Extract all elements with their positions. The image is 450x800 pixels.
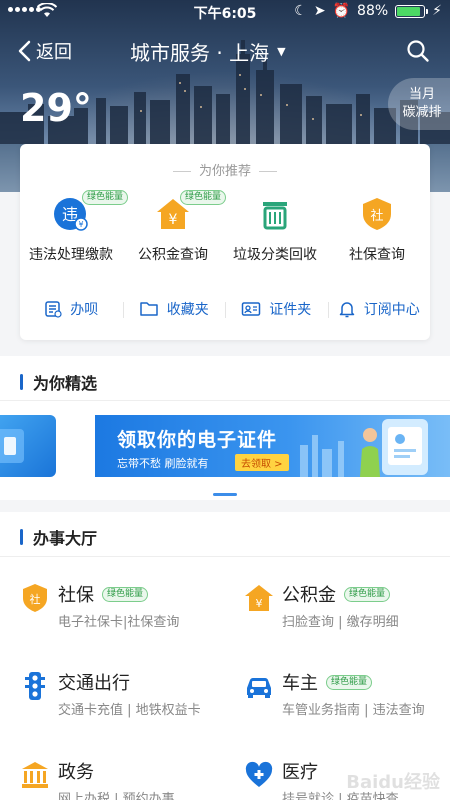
medical-icon [245, 761, 273, 787]
charging-icon: ⚡ [432, 3, 442, 19]
claim-button[interactable]: 去领取 > [235, 454, 289, 471]
id-card-icon [242, 302, 261, 316]
car-icon [247, 678, 271, 698]
tool-label: 收藏夹 [166, 302, 209, 318]
svg-text:¥: ¥ [256, 597, 263, 610]
green-energy-tag: 绿色能量 [102, 586, 149, 602]
social-security-icon: 社 [23, 584, 47, 612]
service-label: 违法处理缴款 [29, 247, 113, 263]
back-label: 返回 [36, 42, 72, 63]
hall-title-text: 办事大厅 [33, 529, 98, 548]
moon-icon: ☾ [294, 3, 307, 19]
green-energy-tag: 绿色能量 [344, 586, 391, 602]
hall-item-desc: 交通卡充值 | 地铁权益卡 [58, 703, 201, 718]
city-selector[interactable]: 城市服务 · 上海 ▼ [130, 37, 286, 66]
green-energy-tag: 绿色能量 [326, 674, 373, 690]
status-bar: 下午6:05 ☾ ➤ ⏰ 88% ⚡ [0, 0, 450, 24]
hall-item-name: 社保 [58, 585, 94, 606]
hall-item-car-owner[interactable]: 车主 绿色能量 车管业务指南 | 违法查询 [244, 669, 450, 729]
tool-favorites[interactable]: 收藏夹 [122, 294, 226, 324]
service-label: 公积金查询 [138, 247, 208, 263]
carbon-badge-line1: 当月 [408, 87, 435, 102]
divider [0, 400, 450, 401]
hall-item-name: 公积金 [282, 585, 336, 606]
search-icon[interactable] [406, 39, 430, 63]
hall-item-name: 政务 [58, 762, 94, 783]
task-icon [45, 301, 62, 318]
government-icon [22, 762, 48, 788]
housing-fund-icon: ¥ [245, 585, 273, 611]
green-energy-tag: 绿色能量 [180, 190, 227, 205]
svg-text:社: 社 [370, 208, 383, 224]
page-title: 城市服务 · 上海 [130, 41, 270, 65]
carbon-reduction-badge[interactable]: 当月 碳减排 [388, 78, 450, 130]
hall-item-desc: 车管业务指南 | 违法查询 [282, 703, 425, 718]
divider [0, 556, 450, 557]
hall-item-desc: 网上办税 | 预约办事 [58, 792, 175, 800]
chevron-left-icon [18, 40, 31, 62]
watermark-logo: Baidu经验 [346, 772, 440, 793]
hall-item-desc: 扫脸查询 | 缴存明细 [282, 615, 399, 630]
alarm-icon: ⏰ [332, 3, 351, 19]
service-label: 社保查询 [349, 247, 405, 263]
svg-text:社: 社 [30, 592, 41, 606]
quick-tools: 办呗 收藏夹 证件夹 订阅中心 [20, 294, 430, 324]
service-social-security[interactable]: 社 社保查询 [326, 196, 428, 264]
bell-icon [339, 302, 354, 318]
hall-item-transport[interactable]: 交通出行 交通卡充值 | 地铁权益卡 [20, 669, 240, 729]
recommend-card: 为你推荐 违 ¥ 绿色能量 违法处理缴款 ¥ 绿色能量 公积金查询 垃圾分类回收… [20, 144, 430, 340]
service-label: 垃圾分类回收 [233, 247, 317, 263]
service-housing-fund[interactable]: ¥ 绿色能量 公积金查询 [122, 190, 227, 264]
hall-item-name: 车主 [282, 673, 318, 694]
hall-item-name: 交通出行 [58, 673, 130, 694]
tool-subscription[interactable]: 订阅中心 [327, 294, 431, 324]
traffic-light-icon [25, 672, 45, 700]
battery-percent: 88% [357, 3, 389, 19]
carbon-badge-line2: 碳减排 [402, 105, 442, 120]
hall-title: 办事大厅 [20, 525, 97, 549]
banner-city-illustration [300, 419, 428, 477]
triangle-down-icon: ▼ [277, 45, 286, 58]
hall-item-desc: 电子社保卡|社保查询 [58, 615, 180, 630]
tool-id-wallet[interactable]: 证件夹 [225, 294, 328, 324]
hall-item-name: 医疗 [282, 762, 318, 783]
hall-item-housing-fund[interactable]: ¥ 公积金 绿色能量 扫脸查询 | 缴存明细 [244, 581, 450, 641]
featured-title: 为你精选 [20, 370, 97, 394]
service-garbage-sorting[interactable]: 垃圾分类回收 [224, 196, 326, 264]
e-certificate-banner[interactable]: 领取你的电子证件 忘带不愁 刷脸就有 去领取 > [95, 415, 450, 477]
tool-label: 证件夹 [269, 302, 312, 318]
banner-prev-slide[interactable] [0, 415, 56, 477]
banner-title: 领取你的电子证件 [117, 429, 278, 451]
tool-label: 订阅中心 [363, 302, 420, 318]
social-security-icon: 社 [363, 198, 391, 230]
phone-card-icon [0, 429, 24, 463]
navigation-bar: 返回 城市服务 · 上海 ▼ [0, 36, 450, 66]
recycle-icon [263, 202, 287, 230]
banner-subtitle: 忘带不愁 刷脸就有 [117, 457, 209, 470]
temperature: 29° [20, 86, 92, 130]
back-button[interactable]: 返回 [18, 38, 72, 64]
hall-item-government[interactable]: 政务 网上办税 | 预约办事 [20, 758, 240, 800]
featured-title-text: 为你精选 [33, 374, 98, 393]
service-traffic-violation[interactable]: 违 ¥ 绿色能量 违法处理缴款 [20, 190, 129, 264]
tool-banbei[interactable]: 办呗 [20, 294, 123, 324]
recommend-header: 为你推荐 [20, 160, 430, 179]
svg-text:¥: ¥ [78, 220, 83, 229]
carousel-indicator [213, 493, 237, 496]
hall-item-social-security[interactable]: 社 社保 绿色能量 电子社保卡|社保查询 [20, 581, 240, 641]
tool-label: 办呗 [70, 302, 99, 318]
battery-icon [395, 4, 429, 18]
location-arrow-icon: ➤ [313, 3, 326, 19]
folder-icon [140, 302, 158, 316]
svg-text:¥: ¥ [169, 212, 178, 228]
